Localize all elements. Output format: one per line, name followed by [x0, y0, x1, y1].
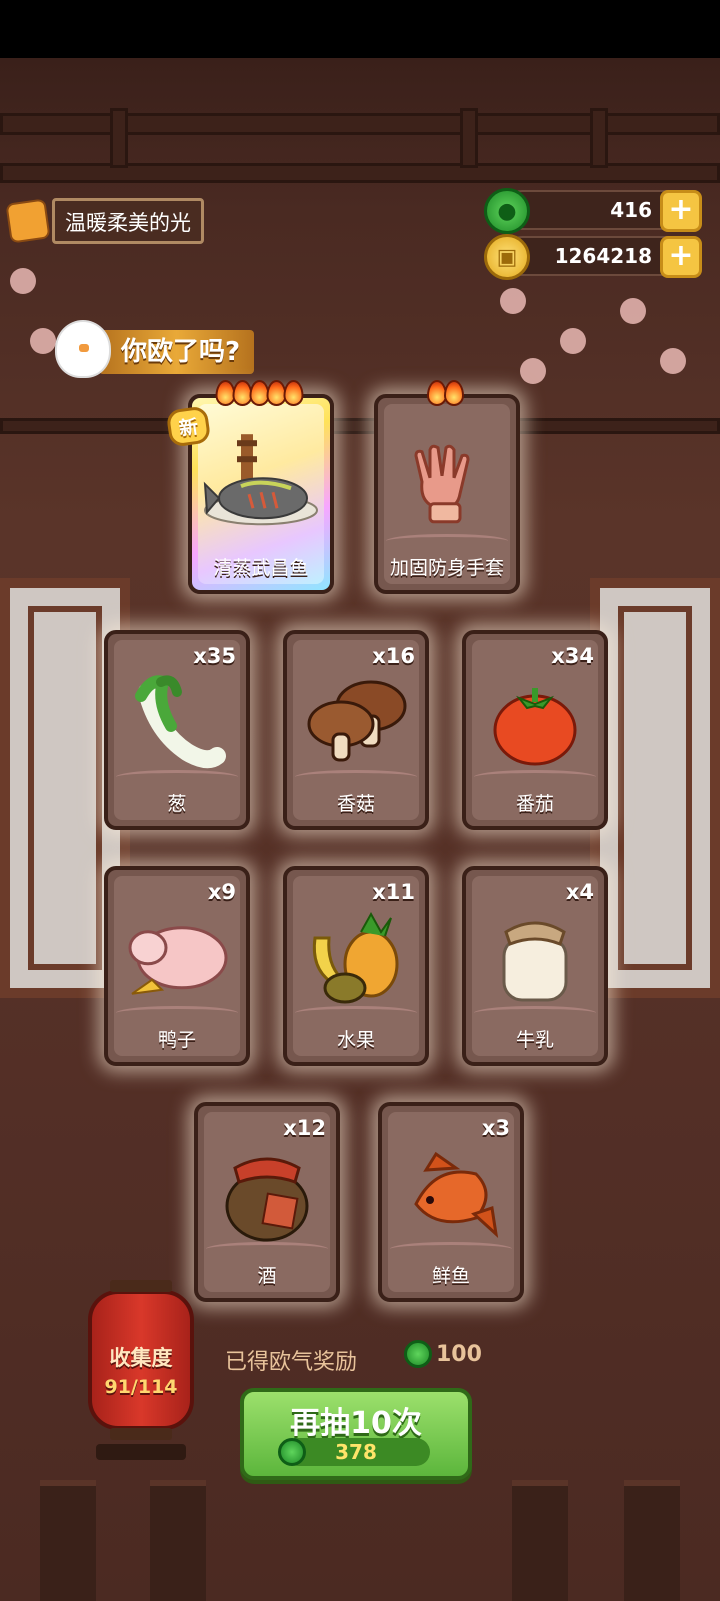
title-text: 温暖柔美的光 [52, 198, 204, 244]
flame-icon [283, 380, 304, 406]
card-quantity: x35 [193, 644, 236, 668]
roof-beam [0, 163, 720, 183]
card-swirl-decoration [295, 1006, 417, 1020]
jade-icon [404, 1340, 432, 1368]
collection-lantern[interactable]: 收集度 91/114 [88, 1280, 194, 1440]
jade-icon: ● [484, 188, 530, 234]
flame-rating [427, 380, 464, 406]
card-name: 番茄 [515, 793, 554, 815]
card-quantity: x3 [481, 1116, 510, 1140]
card-swirl-decoration [474, 1006, 596, 1020]
card-item[interactable]: x4 牛乳 [462, 866, 608, 1066]
mushroom-icon [307, 680, 407, 762]
card-name: 酒 [257, 1265, 277, 1287]
coin-currency-bar: ▣ 1264218 + [484, 234, 702, 280]
card-swirl-decoration [390, 1242, 512, 1256]
reward-value: 100 [436, 1342, 482, 1367]
glove-icon [414, 444, 470, 524]
scallion-icon [135, 675, 226, 769]
card-quantity: x34 [551, 644, 594, 668]
add-coin-button[interactable]: + [660, 236, 702, 278]
draw-button-label: 再抽10次 [290, 1406, 422, 1441]
card-quantity: x11 [372, 880, 415, 904]
card-name: 葱 [167, 793, 187, 815]
railing-post [512, 1480, 568, 1601]
blossom-decoration [500, 288, 526, 314]
milk-jar-icon [502, 921, 568, 1002]
card-quantity: x16 [372, 644, 415, 668]
coin-icon: ▣ [484, 234, 530, 280]
card-swirl-decoration [295, 770, 417, 784]
draw-again-button[interactable]: 再抽10次 378 [240, 1388, 472, 1480]
duck-icon [128, 926, 228, 995]
card-special-new[interactable]: 新 清蒸武昌鱼 [165, 380, 334, 594]
card-quantity: x9 [207, 880, 236, 904]
chick-mascot-icon [55, 320, 111, 378]
fish-icon [414, 1151, 499, 1238]
roof-beam [110, 108, 128, 168]
card-swirl-decoration [206, 1242, 328, 1256]
title-badge[interactable]: 温暖柔美的光 [5, 195, 208, 247]
tomato-icon [493, 688, 577, 766]
steamed-fish-icon [203, 434, 318, 526]
blossom-decoration [30, 328, 56, 354]
card-swirl-decoration [116, 770, 238, 784]
flame-icon [444, 380, 464, 406]
card-name: 香菇 [336, 793, 375, 815]
fruit-icon [312, 911, 399, 1004]
railing-post [150, 1480, 206, 1601]
card-special-gloves[interactable]: 加固防身手套 [374, 380, 520, 594]
coin-amount: 1264218 [554, 244, 652, 268]
card-name: 加固防身手套 [389, 557, 504, 579]
wine-jar-icon [225, 1157, 309, 1242]
card-quantity: x4 [565, 880, 594, 904]
card-item[interactable]: x34 番茄 [462, 630, 608, 830]
status-bar [0, 0, 720, 58]
blossom-decoration [10, 268, 36, 294]
card-item[interactable]: x11 水果 [283, 866, 429, 1066]
blossom-decoration [660, 348, 686, 374]
collection-progress: 91/114 [104, 1376, 178, 1398]
banner-text: 你欧了吗? [99, 330, 255, 374]
railing-post [624, 1480, 680, 1601]
card-item[interactable]: x12 酒 [194, 1102, 340, 1302]
lattice-window-right [590, 578, 720, 998]
card-item[interactable]: x35 葱 [104, 630, 250, 830]
card-name: 清蒸武昌鱼 [213, 557, 309, 579]
railing-post [40, 1480, 96, 1601]
add-jade-button[interactable]: + [660, 190, 702, 232]
card-item[interactable]: x3 鲜鱼 [378, 1102, 524, 1302]
jade-currency-bar: ● 416 + [484, 188, 702, 234]
flame-rating [215, 380, 304, 406]
blossom-decoration [620, 298, 646, 324]
reward-label: 已得欧气奖励 [225, 1350, 358, 1375]
card-quantity: x12 [283, 1116, 326, 1140]
roof-beam [460, 108, 478, 168]
lantern-stand [96, 1444, 186, 1460]
card-swirl-decoration [386, 534, 508, 548]
card-name: 牛乳 [515, 1029, 554, 1051]
jade-amount: 416 [610, 198, 652, 222]
collection-label: 收集度 [109, 1346, 173, 1370]
card-name: 鸭子 [157, 1029, 196, 1051]
roof-beam [0, 418, 720, 434]
blossom-decoration [560, 328, 586, 354]
draw-cost: 378 [335, 1440, 377, 1464]
card-item[interactable]: x16 香菇 [283, 630, 429, 830]
roof-beam [590, 108, 608, 168]
card-item[interactable]: x9 鸭子 [104, 866, 250, 1066]
card-name: 水果 [336, 1029, 375, 1051]
lucky-banner: 你欧了吗? [55, 320, 285, 380]
lamp-icon [5, 198, 51, 244]
blossom-decoration [520, 358, 546, 384]
card-swirl-decoration [474, 770, 596, 784]
card-swirl-decoration [116, 1006, 238, 1020]
roof-beam [0, 113, 720, 135]
card-name: 鲜鱼 [431, 1265, 470, 1287]
